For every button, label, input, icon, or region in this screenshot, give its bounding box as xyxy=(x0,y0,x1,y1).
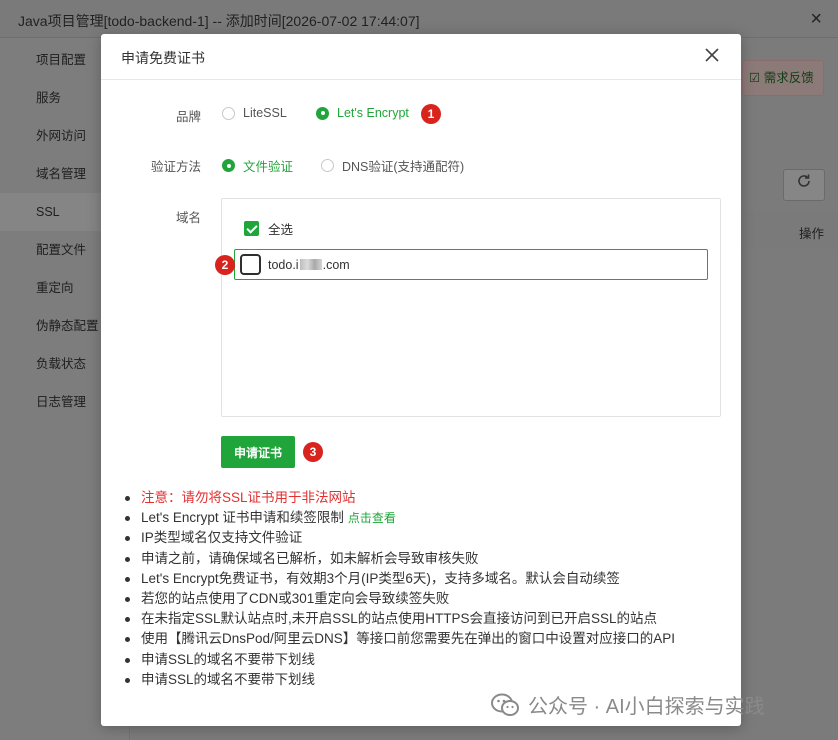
notes-list: 注意：请勿将SSL证书用于非法网站 Let's Encrypt 证书申请和续签限… xyxy=(121,488,721,690)
list-item: 申请之前，请确保域名已解析，如未解析会导致审核失败 xyxy=(121,549,721,569)
select-all-checkbox[interactable]: 全选 xyxy=(244,219,293,238)
warning-text: 注意：请勿将SSL证书用于非法网站 xyxy=(141,490,356,505)
refresh-icon[interactable] xyxy=(783,169,825,201)
radio-label: LiteSSL xyxy=(243,106,287,120)
feedback-label: 需求反馈 xyxy=(763,71,814,85)
domain-list-box xyxy=(221,198,721,417)
step-badge-2: 2 xyxy=(215,255,235,275)
brand-radio-letsencrypt[interactable]: Let's Encrypt xyxy=(316,106,409,120)
view-limit-link[interactable]: 点击查看 xyxy=(348,511,396,525)
list-item: 注意：请勿将SSL证书用于非法网站 xyxy=(121,488,721,508)
window-titlebar: Java项目管理[todo-backend-1] -- 添加时间[2026-07… xyxy=(0,0,838,38)
watermark-text: 公众号 · AI小白探索与实践 xyxy=(528,696,765,718)
list-item: 申请SSL的域名不要带下划线 xyxy=(121,650,721,670)
limit-text: Let's Encrypt 证书申请和续签限制 xyxy=(141,510,344,526)
verify-radio-dns[interactable]: DNS验证(支持通配符) xyxy=(321,156,464,175)
wechat-icon xyxy=(491,693,519,716)
radio-label: Let's Encrypt xyxy=(337,106,409,120)
verify-method-label: 验证方法 xyxy=(150,160,201,174)
verify-radio-file[interactable]: 文件验证 xyxy=(222,156,293,175)
redacted-blur xyxy=(299,259,322,270)
radio-label: 文件验证 xyxy=(243,160,294,174)
domain-suffix: .com xyxy=(322,258,350,272)
checkbox-icon xyxy=(244,221,259,236)
modal-header: 申请免费证书 xyxy=(101,34,741,80)
watermark: 公众号 · AI小白探索与实践 xyxy=(490,690,765,719)
list-item: 若您的站点使用了CDN或301重定向会导致续签失败 xyxy=(121,589,721,609)
window-title: Java项目管理[todo-backend-1] -- 添加时间[2026-07… xyxy=(18,13,420,29)
apply-cert-modal: 申请免费证书 品牌 LiteSSL Let's Encrypt 1 验证方法 文… xyxy=(101,34,741,726)
domain-item-text: todo.i .com xyxy=(268,258,350,272)
list-item: 在未指定SSL默认站点时,未开启SSL的站点使用HTTPS会直接访问到已开启SS… xyxy=(121,609,721,629)
domain-checkbox[interactable] xyxy=(240,254,261,275)
feedback-button[interactable]: ☑ 需求反馈 xyxy=(742,60,824,96)
list-item: 申请SSL的域名不要带下划线 xyxy=(121,670,721,690)
step-badge-3: 3 xyxy=(303,442,323,462)
brand-label: 品牌 xyxy=(175,110,201,124)
radio-dot xyxy=(222,159,235,172)
feedback-icon: ☑ xyxy=(749,71,761,85)
list-item: Let's Encrypt 证书申请和续签限制 点击查看 xyxy=(121,508,721,528)
apply-cert-button[interactable]: 申请证书 xyxy=(221,436,295,468)
list-item: IP类型域名仅支持文件验证 xyxy=(121,528,721,548)
select-all-label: 全选 xyxy=(268,223,294,237)
radio-dot xyxy=(321,159,334,172)
radio-dot xyxy=(222,106,235,120)
brand-radio-litessl[interactable]: LiteSSL xyxy=(222,106,287,120)
domain-label: 域名 xyxy=(175,211,201,225)
radio-label: DNS验证(支持通配符) xyxy=(342,160,465,174)
domain-item-row[interactable]: todo.i .com xyxy=(234,249,708,280)
domain-prefix: todo.i xyxy=(268,258,299,272)
close-icon[interactable] xyxy=(701,44,723,66)
window-close-icon[interactable]: × xyxy=(810,8,822,31)
modal-title: 申请免费证书 xyxy=(121,50,205,66)
list-item: Let's Encrypt免费证书，有效期3个月(IP类型6天)，支持多域名。默… xyxy=(121,569,721,589)
radio-dot xyxy=(316,106,329,120)
list-item: 使用【腾讯云DnsPod/阿里云DNS】等接口前您需要先在弹出的窗口中设置对应接… xyxy=(121,629,721,649)
table-column-operation: 操作 xyxy=(799,227,825,241)
step-badge-1: 1 xyxy=(421,104,441,124)
